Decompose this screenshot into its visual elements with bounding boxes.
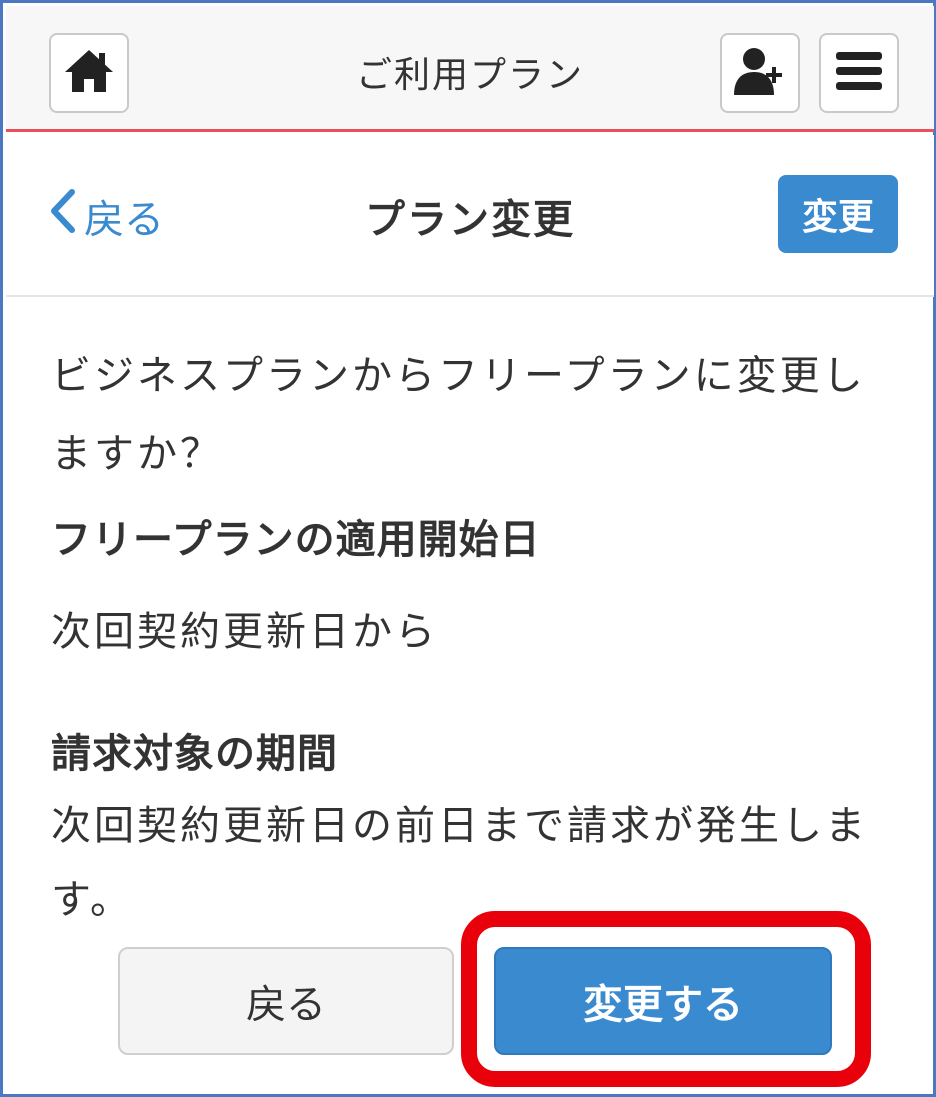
change-header-button[interactable]: 変更 (778, 175, 898, 253)
app-frame: ご利用プラン 戻る プラン変更 変更 ビジネスプランからフリープランに変更します… (0, 0, 936, 1097)
confirm-change-button[interactable]: 変更する (494, 947, 832, 1055)
menu-button[interactable] (819, 33, 899, 113)
confirmation-question: ビジネスプランからフリープランに変更しますか？ (51, 353, 866, 477)
section-text-start-date: 次回契約更新日から (51, 609, 438, 655)
section-heading-start-date: フリープランの適用開始日 (51, 517, 541, 563)
add-user-button[interactable] (720, 33, 800, 113)
hamburger-menu-icon (834, 50, 884, 96)
confirmation-content: ビジネスプランからフリープランに変更しますか？ フリープランの適用開始日 次回契… (51, 337, 901, 937)
sub-header: 戻る プラン変更 変更 (6, 135, 934, 297)
add-user-icon (732, 45, 788, 101)
top-navigation-bar: ご利用プラン (6, 6, 934, 132)
back-button[interactable]: 戻る (118, 947, 454, 1055)
section-heading-billing-period: 請求対象の期間 (51, 731, 338, 777)
